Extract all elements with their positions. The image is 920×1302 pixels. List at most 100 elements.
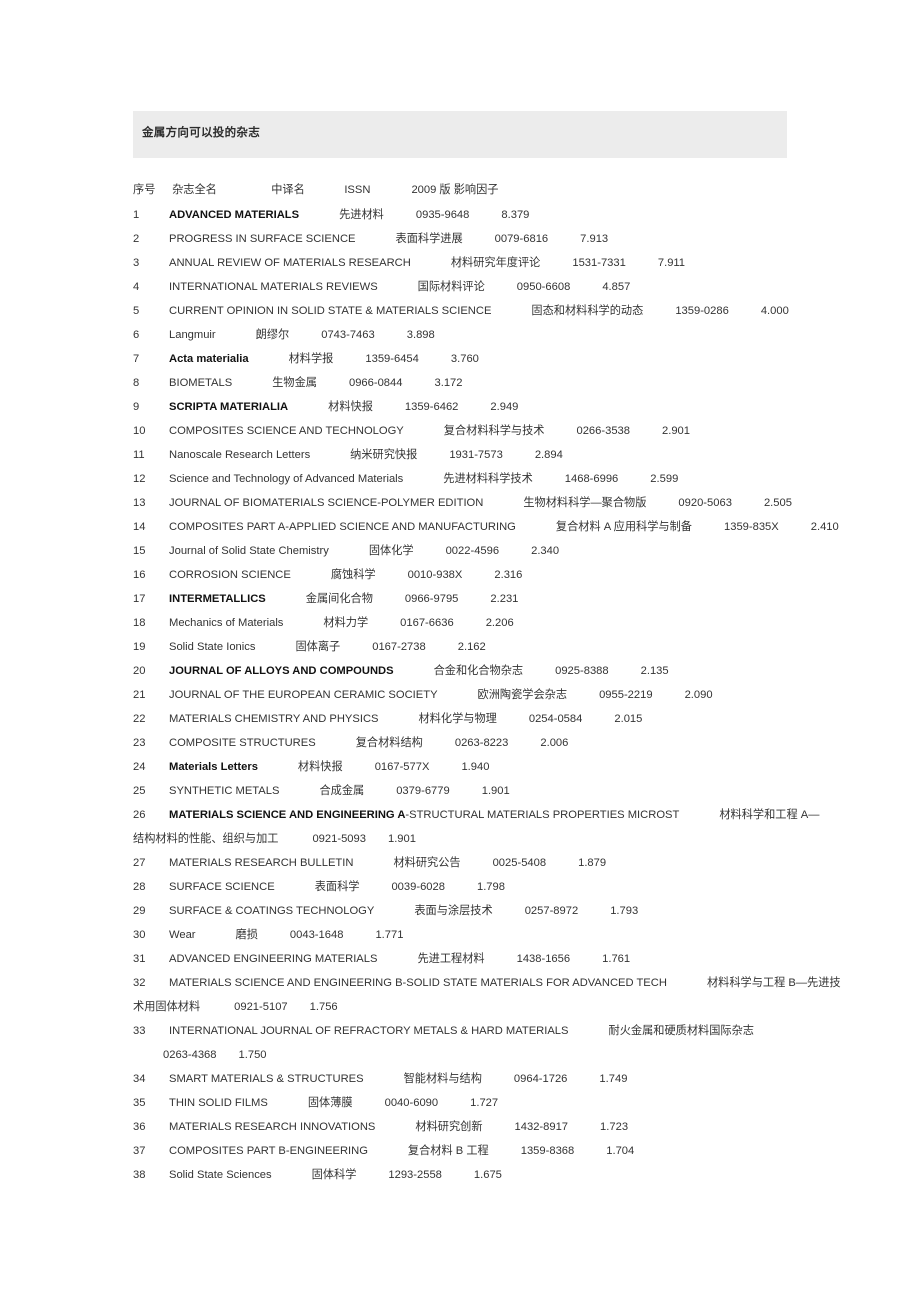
table-row: 25 SYNTHETIC METALS 合成金属 0379-6779 1.901 [133, 779, 833, 803]
journal-issn: 1359-8368 [520, 1145, 575, 1157]
journal-issn: 0266-3538 [576, 425, 630, 437]
table-row: 15 Journal of Solid State Chemistry 固体化学 00… [133, 539, 833, 563]
journal-chinese-name: 材料研究年度评论 [450, 257, 541, 269]
journal-impact-factor: 2.505 [763, 497, 792, 509]
table-row: 12 Science and Technology of Advanced Mat… [133, 467, 833, 491]
table-row: 10 COMPOSITES SCIENCE AND TECHNOLOGY 复合材料科… [133, 419, 833, 443]
table-row: 13 JOURNAL OF BIOMATERIALS SCIENCE-POLYME… [133, 491, 833, 515]
table-row: 28 SURFACE SCIENCE 表面科学 0039-6028 1.798 [133, 875, 833, 899]
journal-impact-factor: 7.913 [580, 233, 609, 245]
row-index: 33 [133, 1025, 146, 1037]
row-index: 6 [133, 329, 140, 341]
table-row: 22 MATERIALS CHEMISTRY AND PHYSICS 材料化学与物理… [133, 707, 833, 731]
journal-issn: 0955-2219 [599, 689, 653, 701]
journal-issn: 1468-6996 [564, 473, 619, 485]
journal-issn: 0925-8388 [555, 665, 609, 677]
page-title: 金属方向可以投的杂志 [142, 127, 260, 139]
journal-impact-factor: 1.750 [238, 1049, 267, 1061]
row-index: 29 [133, 905, 146, 917]
table-row: 4 INTERNATIONAL MATERIALS REVIEWS 国际材料评论 09… [133, 275, 833, 299]
journal-issn: 0263-4368 [163, 1049, 217, 1061]
column-header-full-name: 杂志全名 [172, 184, 217, 196]
journal-chinese-name: 金属间化合物 [305, 593, 373, 605]
journal-issn: 0039-6028 [391, 881, 445, 893]
table-row: 34 SMART MATERIALS & STRUCTURES 智能材料与结构 096… [133, 1067, 833, 1091]
journal-issn: 0254-0584 [528, 713, 583, 725]
journal-chinese-name: 磨损 [235, 929, 258, 941]
row-index: 12 [133, 473, 146, 485]
journal-impact-factor: 1.771 [375, 929, 404, 941]
row-index: 10 [133, 425, 146, 437]
row-index: 14 [133, 521, 146, 533]
row-index: 9 [133, 401, 140, 413]
table-row: 26 MATERIALS SCIENCE AND ENGINEERING A-ST… [133, 803, 833, 827]
journal-chinese-name: 表面科学 [314, 881, 360, 893]
journal-chinese-name: 国际材料评论 [417, 281, 485, 293]
journal-impact-factor: 1.675 [473, 1169, 502, 1181]
row-index: 23 [133, 737, 146, 749]
journal-issn: 1438-1656 [516, 953, 571, 965]
journal-impact-factor: 1.761 [602, 953, 631, 965]
row-index: 11 [133, 449, 145, 461]
table-row: 14 COMPOSITES PART A-APPLIED SCIENCE AND … [133, 515, 839, 539]
journal-name-bold-part: MATERIALS SCIENCE AND ENGINEERING A [169, 809, 406, 821]
journal-issn: 0921-5093 [312, 833, 366, 845]
journal-impact-factor: 7.911 [657, 257, 686, 269]
journal-full-name: ADVANCED MATERIALS [169, 209, 300, 221]
journal-issn: 0964-1726 [513, 1073, 568, 1085]
journal-full-name: SURFACE & COATINGS TECHNOLOGY [169, 905, 375, 917]
journal-impact-factor: 8.379 [501, 209, 530, 221]
table-row: 33 INTERNATIONAL JOURNAL OF REFRACTORY ME… [133, 1019, 833, 1043]
row-index: 34 [133, 1073, 146, 1085]
journal-chinese-name-continuation: 结构材料的性能、组织与加工 [133, 833, 279, 845]
journal-full-name: Acta materialia [169, 353, 249, 365]
table-row: 17 INTERMETALLICS 金属间化合物 0966-9795 2.231 [133, 587, 833, 611]
table-row: 6 Langmuir 朗缪尔 0743-7463 3.898 [133, 323, 833, 347]
journal-impact-factor: 3.172 [434, 377, 463, 389]
journal-full-name: Materials Letters [169, 761, 258, 773]
journal-chinese-name: 材料科学与工程 B—先进技 [706, 977, 841, 989]
journal-issn: 0040-6090 [384, 1097, 439, 1109]
journal-chinese-name: 腐蚀科学 [330, 569, 376, 581]
journal-full-name: BIOMETALS [169, 377, 233, 389]
journal-chinese-name: 表面科学进展 [395, 233, 463, 245]
journal-chinese-name: 生物材料科学—聚合物版 [523, 497, 647, 509]
journal-chinese-name: 材料快报 [297, 761, 343, 773]
journal-impact-factor: 2.901 [662, 425, 690, 437]
journal-impact-factor: 2.599 [650, 473, 679, 485]
journal-issn: 0022-4596 [445, 545, 500, 557]
journal-impact-factor: 4.857 [602, 281, 631, 293]
journal-impact-factor: 1.723 [600, 1121, 629, 1133]
table-row: 7 Acta materialia 材料学报 1359-6454 3.760 [133, 347, 833, 371]
journal-chinese-name: 先进材料科学技术 [443, 473, 533, 485]
journal-full-name: Solid State Ionics [169, 641, 256, 653]
table-row: 32 MATERIALS SCIENCE AND ENGINEERING B-SO… [133, 971, 841, 995]
journal-issn: 0743-7463 [321, 329, 375, 341]
table-row-continuation: 0263-4368 1.750 [133, 1043, 833, 1067]
journal-chinese-name: 生物金属 [272, 377, 317, 389]
journal-impact-factor: 2.894 [534, 449, 563, 461]
journal-chinese-name: 朗缪尔 [255, 329, 290, 341]
journal-chinese-name: 复合材料 A 应用科学与制备 [555, 521, 692, 533]
table-row: 18 Mechanics of Materials 材料力学 0167-6636 2.2… [133, 611, 833, 635]
row-index: 24 [133, 761, 146, 773]
row-index: 7 [133, 353, 140, 365]
journal-impact-factor: 2.162 [457, 641, 486, 653]
journal-impact-factor: 1.879 [578, 857, 607, 869]
row-index: 27 [133, 857, 146, 869]
journal-chinese-name: 材料科学和工程 A— [719, 809, 820, 821]
journal-chinese-name: 复合材料科学与技术 [443, 425, 545, 437]
journal-impact-factor: 1.793 [610, 905, 639, 917]
document-page: 金属方向可以投的杂志 序号 杂志全名 中译名 ISSN 2009 版 影响因子 … [0, 0, 920, 1302]
table-row: 24 Materials Letters 材料快报 0167-577X 1.940 [133, 755, 833, 779]
table-header-row: 序号 杂志全名 中译名 ISSN 2009 版 影响因子 [133, 178, 833, 203]
journal-chinese-name: 先进工程材料 [417, 953, 485, 965]
journal-issn: 0079-6816 [494, 233, 549, 245]
column-header-num: 序号 [133, 184, 156, 196]
row-index: 22 [133, 713, 146, 725]
journal-full-name: Nanoscale Research Letters [169, 449, 311, 461]
journal-full-name: ANNUAL REVIEW OF MATERIALS RESEARCH [169, 257, 411, 269]
journal-impact-factor: 1.940 [461, 761, 490, 773]
table-row: 35 THIN SOLID FILMS 固体薄膜 0040-6090 1.727 [133, 1091, 833, 1115]
row-index: 25 [133, 785, 146, 797]
